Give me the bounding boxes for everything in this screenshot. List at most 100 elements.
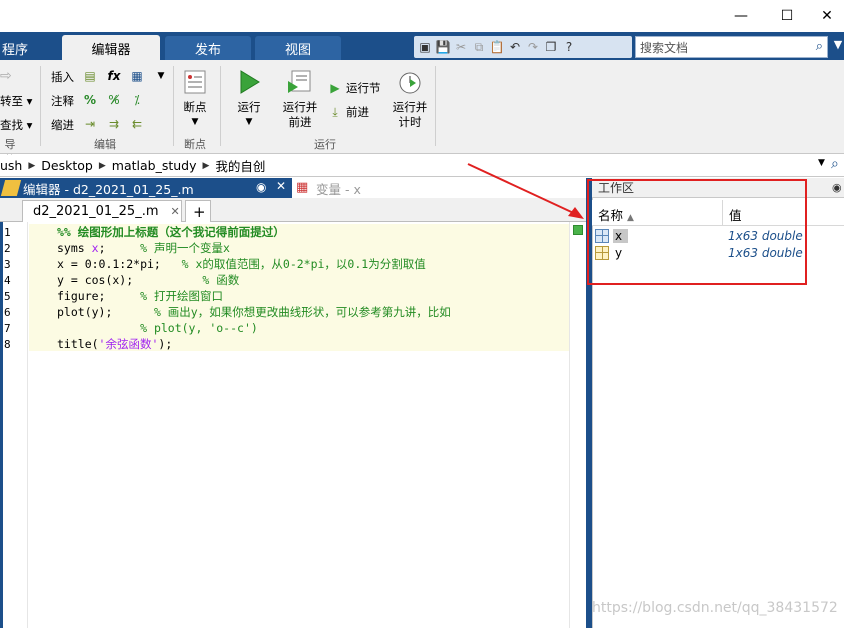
go-to-button[interactable]: 转至 ▾ bbox=[0, 93, 32, 109]
comment-label: 注释 bbox=[51, 94, 74, 108]
search-icon[interactable]: ⌕ bbox=[816, 39, 823, 54]
run-button[interactable]: 运行 ▼ bbox=[231, 68, 267, 130]
close-icon[interactable]: ✕ bbox=[171, 205, 180, 218]
annotation-highlight-box bbox=[587, 179, 807, 285]
run-and-time-button[interactable]: 运行并 计时 bbox=[390, 68, 430, 130]
insert-section-icon[interactable]: ▤ bbox=[82, 68, 98, 84]
variable-icon: ▦ bbox=[296, 180, 309, 195]
maximize-button[interactable]: ☐ bbox=[764, 0, 810, 32]
switch-windows-icon[interactable]: ❐ bbox=[544, 40, 558, 54]
variable-editor-tab[interactable]: ▦ 变量 - x bbox=[292, 178, 586, 198]
code-comment: % 画出y，如果你想更改曲线形状，可以参考第九讲，比如 bbox=[153, 305, 451, 319]
advance-button[interactable]: ⤓ 前进 bbox=[327, 104, 369, 120]
search-documentation-input[interactable]: 搜索文档 ⌕ bbox=[635, 36, 828, 58]
code-text: x = 0:0.1:2*pi; bbox=[57, 257, 182, 271]
tab-editor[interactable]: 编辑器 bbox=[62, 35, 160, 61]
run-section-button[interactable]: ▶ 运行节 bbox=[327, 80, 381, 96]
breadcrumb-item[interactable]: matlab_study bbox=[112, 158, 197, 173]
section-title: %% 绘图形加上标题（这个我记得前面提过） bbox=[57, 225, 285, 239]
code-comment: % x的取值范围，从0-2*pi，以0.1为分割取值 bbox=[181, 257, 426, 271]
quick-access-toolbar: ▣ 💾 ✂ ⧉ 📋 ↶ ↷ ❐ ? bbox=[414, 36, 632, 58]
run-label: 运行 bbox=[237, 100, 261, 114]
line-number: 2 bbox=[4, 242, 11, 255]
paste-icon[interactable]: 📋 bbox=[490, 40, 505, 54]
copy-icon[interactable]: ⧉ bbox=[472, 40, 486, 54]
redo-icon[interactable]: ↷ bbox=[526, 40, 540, 54]
undo-icon[interactable]: ↶ bbox=[508, 40, 522, 54]
code-text: syms bbox=[57, 241, 92, 255]
minimize-button[interactable]: — bbox=[718, 0, 764, 32]
tab-view[interactable]: 视图 bbox=[255, 36, 341, 60]
tab-publish[interactable]: 发布 bbox=[165, 36, 251, 60]
insert-function-icon[interactable]: fx bbox=[106, 68, 122, 84]
code-comment: % 打开绘图窗口 bbox=[140, 289, 223, 303]
close-button[interactable]: ✕ bbox=[810, 0, 844, 32]
address-dropdown-icon[interactable]: ▼ bbox=[818, 158, 825, 168]
run-and-advance-label-1: 运行并 bbox=[282, 100, 318, 114]
layout-icon[interactable]: ▣ bbox=[418, 40, 432, 54]
find-button[interactable]: 查找 ▾ bbox=[0, 117, 32, 133]
run-and-advance-icon bbox=[285, 68, 315, 96]
cut-icon[interactable]: ✂ bbox=[454, 40, 468, 54]
decrease-indent-icon[interactable]: ⇇ bbox=[129, 116, 145, 132]
code-line[interactable]: plot(y); % 画出y，如果你想更改曲线形状，可以参考第九讲，比如 bbox=[57, 304, 451, 320]
separator bbox=[435, 66, 436, 146]
breakpoints-icon bbox=[180, 68, 210, 96]
file-tab[interactable]: d2_2021_01_25_.m ✕ bbox=[22, 200, 182, 222]
help-icon[interactable]: ? bbox=[562, 40, 576, 54]
chevron-right-icon: ▶ bbox=[202, 160, 210, 171]
code-line[interactable]: x = 0:0.1:2*pi; % x的取值范围，从0-2*pi，以0.1为分割… bbox=[57, 256, 426, 272]
breakpoints-button[interactable]: 断点 ▼ bbox=[178, 68, 212, 130]
editor-actions-icon[interactable]: ◉ bbox=[256, 180, 266, 194]
search-folder-icon[interactable]: ⌕ bbox=[831, 156, 839, 172]
chevron-down-icon: ▼ bbox=[191, 117, 199, 127]
separator bbox=[173, 66, 174, 146]
increase-indent-icon[interactable]: ⇉ bbox=[106, 116, 122, 132]
code-line[interactable]: %% 绘图形加上标题（这个我记得前面提过） bbox=[57, 224, 285, 240]
code-line[interactable]: figure; % 打开绘图窗口 bbox=[57, 288, 223, 304]
code-line[interactable]: y = cos(x); % 函数 bbox=[57, 272, 239, 288]
run-section-label: 运行节 bbox=[346, 81, 381, 95]
smart-indent-icon[interactable]: ⇥ bbox=[82, 116, 98, 132]
editor-scrollbar[interactable] bbox=[569, 222, 586, 628]
run-and-advance-button[interactable]: 运行并 前进 bbox=[280, 68, 320, 130]
run-and-time-label-1: 运行并 bbox=[392, 100, 428, 114]
filter-icon[interactable]: ▼ bbox=[832, 38, 844, 56]
save-icon[interactable]: 💾 bbox=[436, 40, 451, 54]
uncomment-icon[interactable]: %̸ bbox=[106, 92, 122, 108]
code-analyzer-status-icon[interactable] bbox=[573, 225, 583, 235]
chevron-right-icon: ▶ bbox=[28, 160, 36, 171]
code-text: ); bbox=[158, 337, 173, 351]
editor-title: 编辑器 - d2_2021_01_25_.m bbox=[23, 181, 194, 197]
code-text: title( bbox=[57, 337, 99, 351]
code-text: y = cos(x); bbox=[57, 273, 203, 287]
code-line[interactable]: syms x; % 声明一个变量x bbox=[57, 240, 230, 256]
new-tab-button[interactable]: + bbox=[185, 200, 211, 222]
comment-icon[interactable]: % bbox=[82, 92, 98, 108]
line-number: 5 bbox=[4, 290, 11, 303]
current-folder-bar[interactable]: ush ▶ Desktop ▶ matlab_study ▶ 我的自创 bbox=[0, 155, 844, 177]
insert-label: 插入 bbox=[51, 70, 74, 84]
line-number: 6 bbox=[4, 306, 11, 319]
close-icon[interactable]: ✕ bbox=[276, 179, 286, 193]
code-line[interactable]: title('余弦函数'); bbox=[57, 336, 172, 352]
code-text: figure; bbox=[57, 289, 141, 303]
tab-program[interactable]: 程序 bbox=[0, 36, 58, 60]
workspace-actions-icon[interactable]: ◉ bbox=[832, 181, 842, 194]
code-line[interactable]: % plot(y, 'o--c') bbox=[57, 320, 258, 336]
breadcrumb-item[interactable]: 我的自创 bbox=[215, 156, 265, 175]
line-number: 8 bbox=[4, 338, 11, 351]
editor-icon bbox=[0, 180, 22, 196]
wrap-comments-icon[interactable]: ⁒ bbox=[129, 92, 145, 108]
breadcrumb-item[interactable]: ush bbox=[0, 158, 22, 173]
insert-dropdown-icon[interactable]: ▼ bbox=[153, 68, 169, 84]
breadcrumb-item[interactable]: Desktop bbox=[41, 158, 93, 173]
run-and-time-icon bbox=[395, 68, 425, 96]
line-number: 7 bbox=[4, 322, 11, 335]
chevron-right-icon: ▶ bbox=[98, 160, 106, 171]
insert-matrix-icon[interactable]: ▦ bbox=[129, 68, 145, 84]
chevron-down-icon: ▼ bbox=[245, 117, 253, 127]
code-text: ; bbox=[98, 241, 141, 255]
advance-label: 前进 bbox=[346, 105, 369, 119]
